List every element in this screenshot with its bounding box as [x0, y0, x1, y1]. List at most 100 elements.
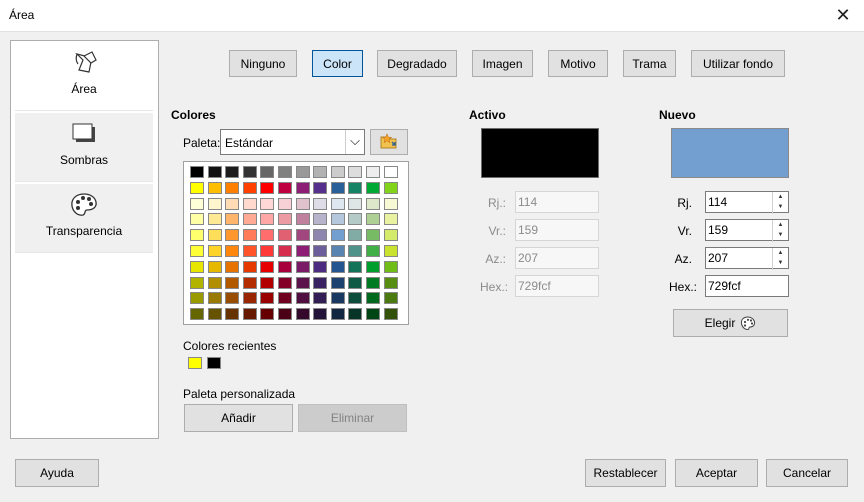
palette-swatch[interactable]	[330, 213, 345, 226]
remove-button[interactable]: Eliminar	[298, 404, 407, 432]
palette-swatch[interactable]	[225, 181, 240, 194]
palette-swatch[interactable]	[207, 197, 222, 210]
palette-swatch[interactable]	[348, 292, 363, 305]
palette-swatch[interactable]	[278, 229, 292, 242]
palette-swatch[interactable]	[295, 245, 310, 257]
recent-color-swatch[interactable]	[188, 357, 202, 369]
palette-swatch[interactable]	[348, 166, 363, 178]
palette-swatch[interactable]	[225, 166, 240, 178]
palette-swatch[interactable]	[190, 181, 204, 194]
tab-image[interactable]: Imagen	[472, 50, 533, 77]
palette-swatch[interactable]	[330, 197, 345, 210]
palette-swatch[interactable]	[278, 213, 292, 226]
add-palette-button[interactable]	[370, 129, 408, 155]
palette-swatch[interactable]	[295, 276, 310, 289]
palette-swatch[interactable]	[366, 213, 380, 226]
palette-swatch[interactable]	[330, 292, 345, 305]
palette-swatch[interactable]	[260, 181, 275, 194]
palette-swatch[interactable]	[190, 229, 204, 242]
pick-color-button[interactable]: Elegir	[673, 309, 788, 337]
palette-swatch[interactable]	[242, 292, 257, 305]
palette-swatch[interactable]	[313, 292, 328, 305]
palette-swatch[interactable]	[225, 213, 240, 226]
tab-hatch[interactable]: Trama	[623, 50, 676, 77]
tab-gradient[interactable]: Degradado	[377, 50, 457, 77]
cancel-button[interactable]: Cancelar	[766, 459, 848, 487]
palette-swatch[interactable]	[383, 181, 398, 194]
palette-swatch[interactable]	[278, 276, 292, 289]
palette-swatch[interactable]	[383, 166, 398, 178]
tab-pattern[interactable]: Motivo	[548, 50, 608, 77]
palette-swatch[interactable]	[260, 213, 275, 226]
palette-swatch[interactable]	[330, 276, 345, 289]
palette-swatch[interactable]	[260, 276, 275, 289]
palette-swatch[interactable]	[278, 166, 292, 178]
palette-swatch[interactable]	[366, 292, 380, 305]
sidebar-item-shadows[interactable]: Sombras	[15, 113, 153, 182]
spin-down-icon[interactable]: ▼	[773, 202, 788, 212]
palette-swatch[interactable]	[207, 166, 222, 178]
palette-swatch[interactable]	[242, 197, 257, 210]
palette-swatch[interactable]	[190, 308, 204, 321]
palette-swatch[interactable]	[207, 292, 222, 305]
palette-swatch[interactable]	[313, 308, 328, 321]
palette-swatch[interactable]	[190, 260, 204, 273]
palette-swatch[interactable]	[190, 213, 204, 226]
palette-swatch[interactable]	[366, 181, 380, 194]
palette-swatch[interactable]	[278, 245, 292, 257]
palette-swatch[interactable]	[190, 245, 204, 257]
palette-swatch[interactable]	[295, 166, 310, 178]
palette-swatch[interactable]	[313, 260, 328, 273]
palette-swatch[interactable]	[278, 181, 292, 194]
spin-up-icon[interactable]: ▲	[773, 248, 788, 258]
palette-swatch[interactable]	[330, 260, 345, 273]
palette-swatch[interactable]	[190, 166, 204, 178]
palette-swatch[interactable]	[295, 197, 310, 210]
palette-swatch[interactable]	[260, 260, 275, 273]
palette-swatch[interactable]	[348, 229, 363, 242]
palette-swatch[interactable]	[225, 260, 240, 273]
palette-swatch[interactable]	[348, 276, 363, 289]
ok-button[interactable]: Aceptar	[675, 459, 758, 487]
palette-swatch[interactable]	[260, 229, 275, 242]
palette-swatch[interactable]	[330, 166, 345, 178]
spin-down-icon[interactable]: ▼	[773, 230, 788, 240]
color-palette-grid[interactable]	[183, 161, 409, 325]
palette-swatch[interactable]	[313, 181, 328, 194]
close-icon[interactable]: ✕	[831, 3, 855, 27]
palette-swatch[interactable]	[383, 292, 398, 305]
palette-swatch[interactable]	[260, 292, 275, 305]
palette-swatch[interactable]	[383, 213, 398, 226]
palette-swatch[interactable]	[366, 260, 380, 273]
new-blue-field[interactable]: 207 ▲ ▼	[705, 247, 789, 270]
palette-swatch[interactable]	[225, 229, 240, 242]
palette-swatch[interactable]	[295, 229, 310, 242]
palette-swatch[interactable]	[383, 245, 398, 257]
palette-swatch[interactable]	[366, 245, 380, 257]
palette-swatch[interactable]	[366, 197, 380, 210]
spin-up-icon[interactable]: ▲	[773, 220, 788, 230]
palette-swatch[interactable]	[330, 181, 345, 194]
palette-swatch[interactable]	[348, 260, 363, 273]
new-green-field[interactable]: 159 ▲ ▼	[705, 219, 789, 242]
palette-swatch[interactable]	[366, 166, 380, 178]
palette-swatch[interactable]	[225, 308, 240, 321]
palette-swatch[interactable]	[207, 181, 222, 194]
palette-swatch[interactable]	[260, 166, 275, 178]
palette-swatch[interactable]	[295, 292, 310, 305]
palette-swatch[interactable]	[242, 166, 257, 178]
palette-swatch[interactable]	[260, 308, 275, 321]
palette-swatch[interactable]	[242, 181, 257, 194]
new-red-field[interactable]: 114 ▲ ▼	[705, 191, 789, 214]
palette-swatch[interactable]	[330, 245, 345, 257]
palette-swatch[interactable]	[207, 245, 222, 257]
palette-swatch[interactable]	[190, 276, 204, 289]
palette-swatch[interactable]	[313, 197, 328, 210]
palette-swatch[interactable]	[190, 292, 204, 305]
palette-swatch[interactable]	[383, 229, 398, 242]
palette-swatch[interactable]	[278, 308, 292, 321]
palette-swatch[interactable]	[313, 276, 328, 289]
palette-swatch[interactable]	[330, 229, 345, 242]
tab-none[interactable]: Ninguno	[229, 50, 297, 77]
palette-swatch[interactable]	[260, 245, 275, 257]
